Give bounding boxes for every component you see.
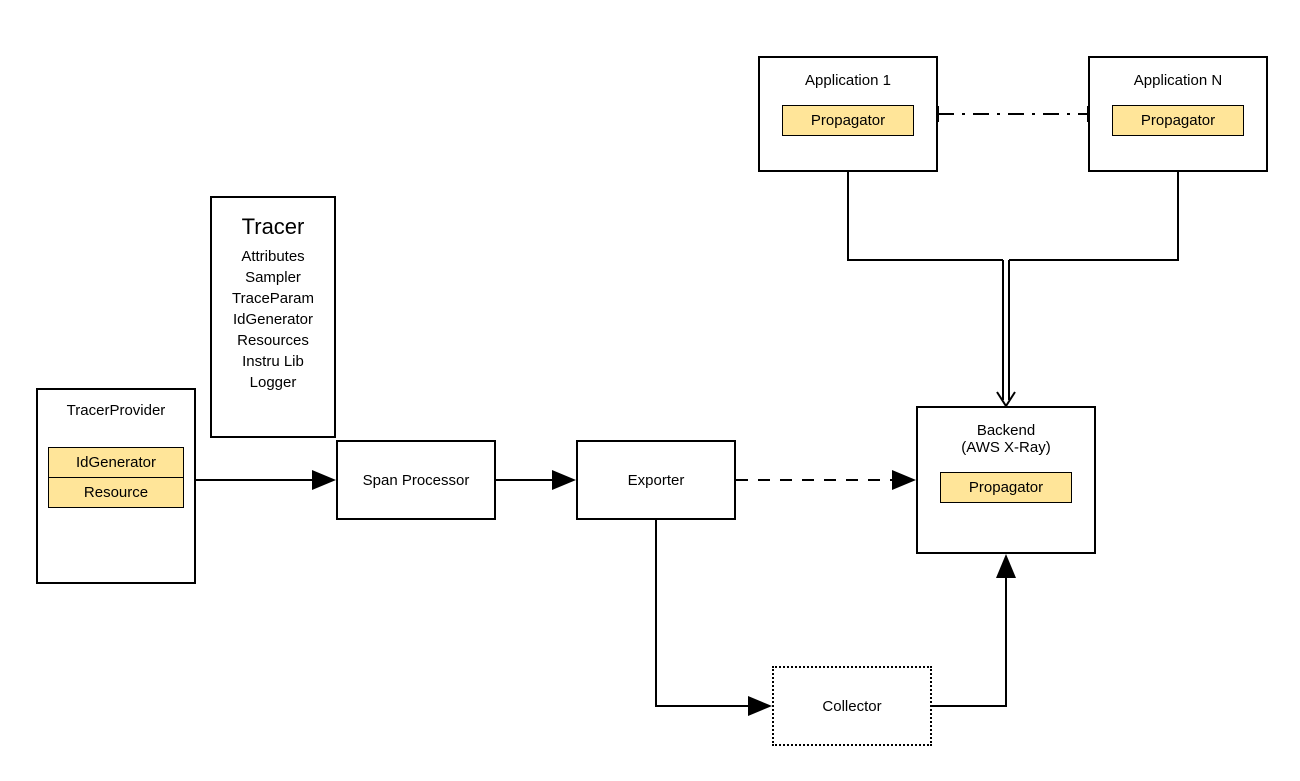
tracer-provider-title: TracerProvider (48, 402, 184, 419)
backend-subtitle: (AWS X-Ray) (934, 439, 1078, 456)
box-span-processor: Span Processor (336, 440, 496, 520)
app1-title: Application 1 (776, 72, 920, 89)
id-generator-label: IdGenerator (76, 454, 156, 471)
tracer-attr-3: IdGenerator (218, 309, 328, 330)
tracer-attr-5: Instru Lib (218, 351, 328, 372)
backend-title: Backend (934, 422, 1078, 439)
box-app-n: Application N Propagator (1088, 56, 1268, 172)
tracer-attr-6: Logger (218, 372, 328, 393)
resource-label: Resource (84, 484, 148, 501)
appN-title: Application N (1106, 72, 1250, 89)
box-app-1: Application 1 Propagator (758, 56, 938, 172)
tracer-title: Tracer (218, 214, 328, 240)
inner-resource: Resource (48, 478, 184, 508)
box-tracer: Tracer Attributes Sampler TraceParam IdG… (210, 196, 336, 438)
tracer-attr-4: Resources (218, 330, 328, 351)
span-processor-title: Span Processor (363, 472, 470, 489)
tracer-attr-0: Attributes (218, 246, 328, 267)
appN-propagator-label: Propagator (1141, 112, 1215, 129)
backend-propagator-label: Propagator (969, 479, 1043, 496)
tracer-attr-2: TraceParam (218, 288, 328, 309)
app1-propagator: Propagator (782, 105, 914, 136)
inner-id-generator: IdGenerator (48, 447, 184, 478)
collector-title: Collector (822, 698, 881, 715)
backend-propagator: Propagator (940, 472, 1072, 503)
tracer-attr-1: Sampler (218, 267, 328, 288)
exporter-title: Exporter (628, 472, 685, 489)
box-collector: Collector (772, 666, 932, 746)
box-tracer-provider: TracerProvider IdGenerator Resource (36, 388, 196, 584)
app1-propagator-label: Propagator (811, 112, 885, 129)
appN-propagator: Propagator (1112, 105, 1244, 136)
box-backend: Backend (AWS X-Ray) Propagator (916, 406, 1096, 554)
box-exporter: Exporter (576, 440, 736, 520)
